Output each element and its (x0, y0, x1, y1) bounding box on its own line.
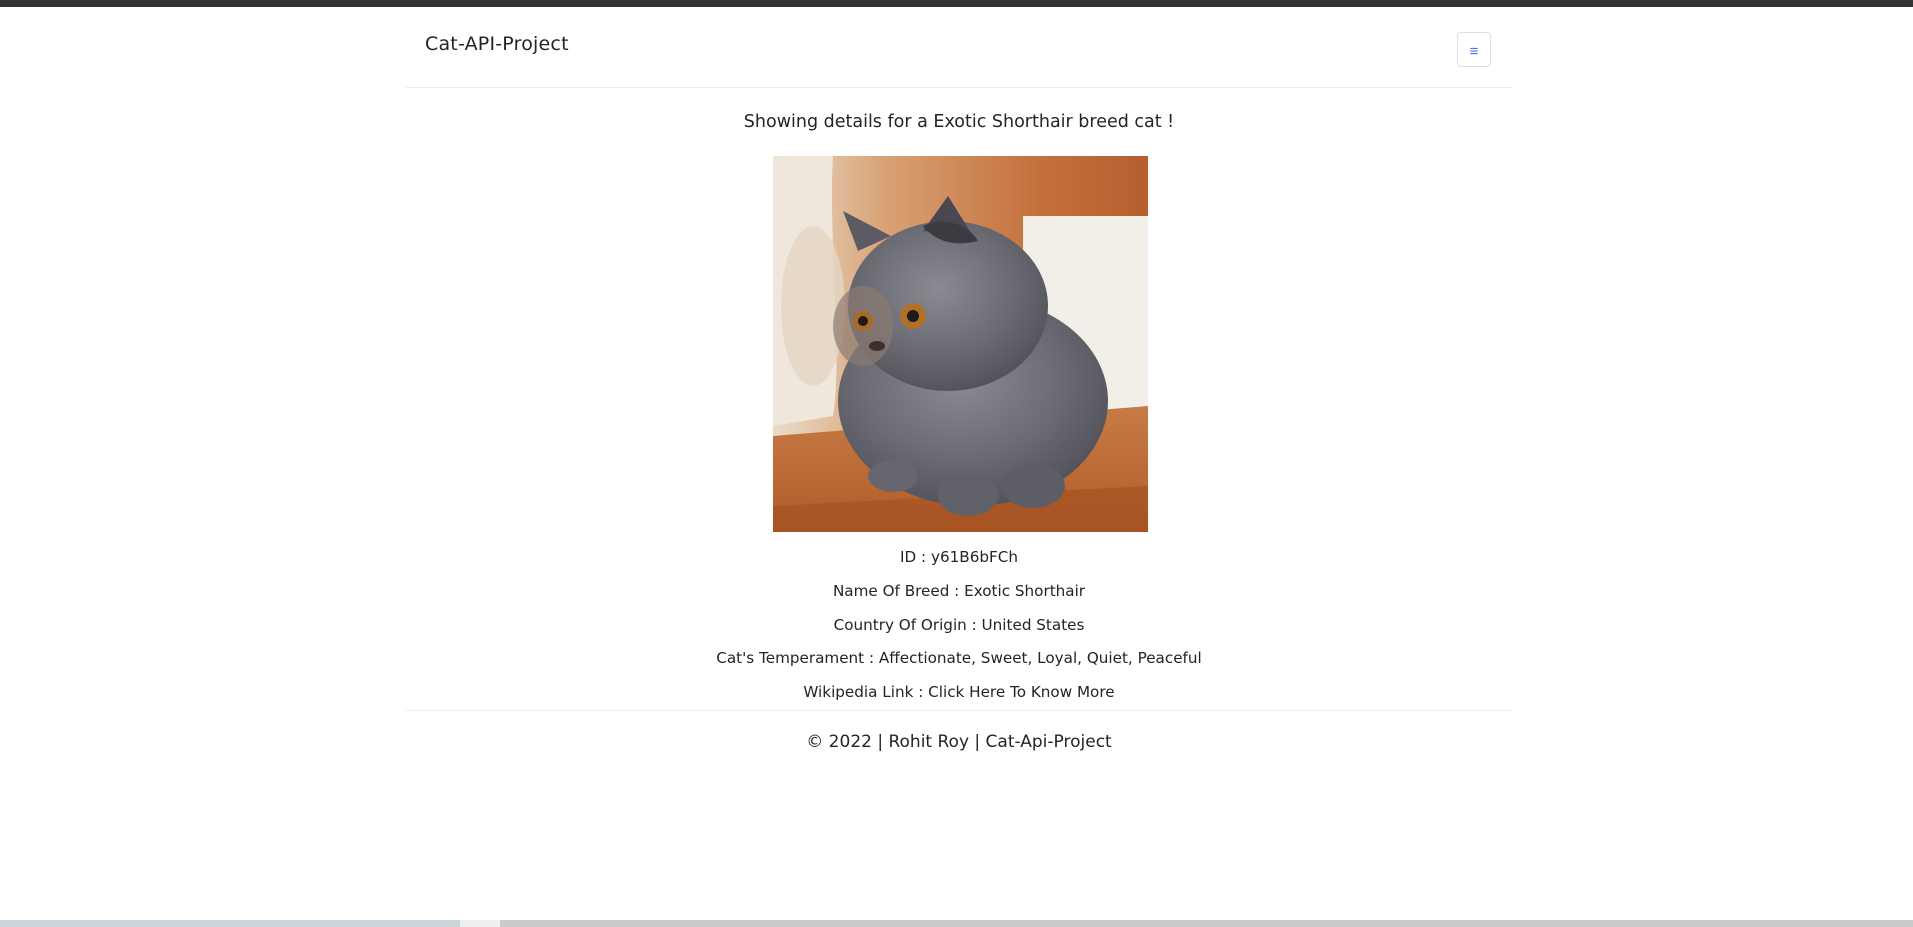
country-of-origin: Country Of Origin : United States (833, 616, 1085, 634)
temperament: Cat's Temperament : Affectionate, Sweet,… (716, 649, 1202, 667)
footer-divider (406, 710, 1512, 711)
bottom-strip (0, 920, 1913, 927)
page-heading: Showing details for a Exotic Shorthair b… (743, 112, 1175, 132)
wikipedia-line: Wikipedia Link : Click Here To Know More (406, 683, 1512, 701)
navbar-toggle-button[interactable]: ≡ (1457, 32, 1491, 67)
wikipedia-link[interactable]: Click Here To Know More (928, 683, 1114, 701)
cat-id: ID : y61B6bFCh (900, 548, 1018, 566)
breed-name: Name Of Breed : Exotic Shorthair (832, 582, 1086, 600)
browser-top-bar (0, 0, 1913, 7)
wikipedia-label: Wikipedia Link : (803, 683, 929, 701)
navbar: Cat-API-Project ≡ (406, 7, 1512, 88)
cat-image (773, 156, 1148, 532)
hamburger-icon: ≡ (1469, 43, 1479, 60)
brand-link[interactable]: Cat-API-Project (425, 33, 569, 55)
footer-text: © 2022 | Rohit Roy | Cat-Api-Project (806, 732, 1112, 752)
